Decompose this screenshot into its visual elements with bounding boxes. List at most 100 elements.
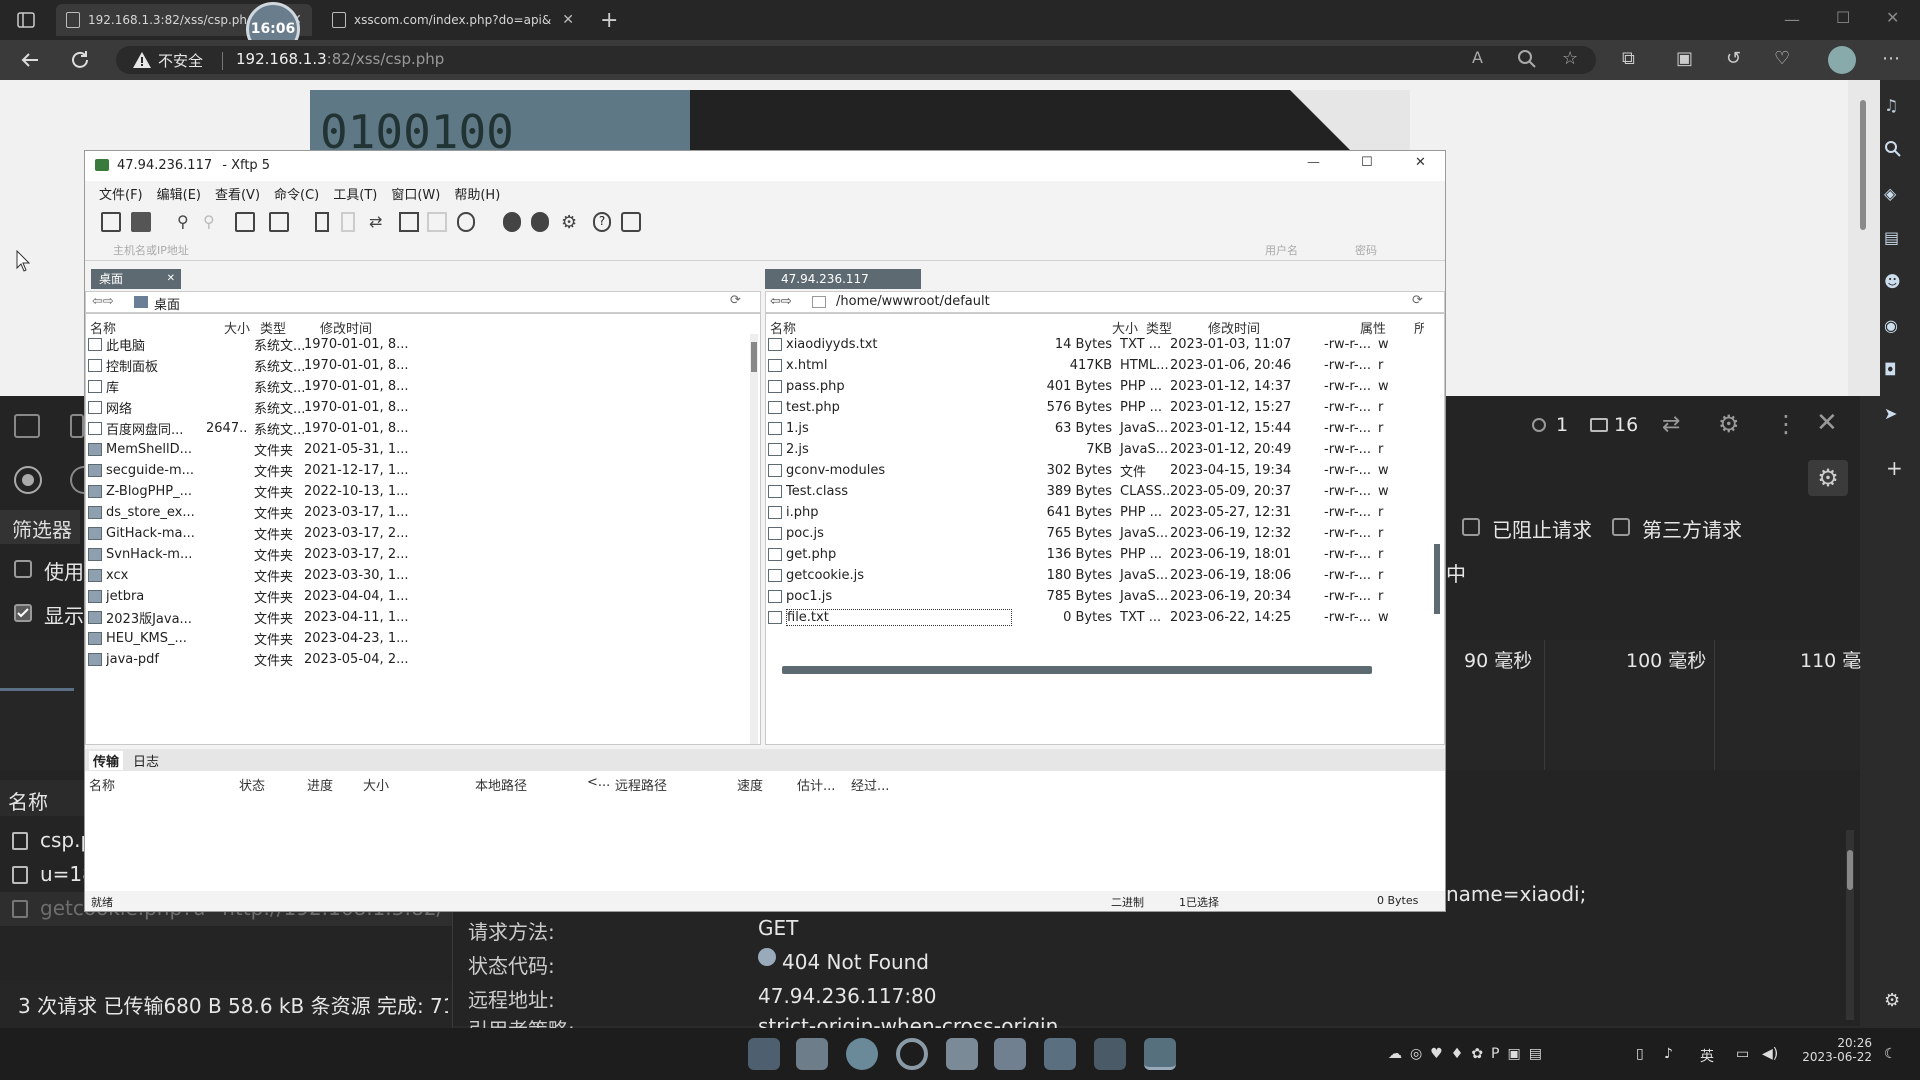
- sidebar-send-icon[interactable]: ➤: [1884, 404, 1897, 423]
- close-tab-icon[interactable]: ✕: [167, 269, 175, 289]
- scroll-thumb[interactable]: [1860, 100, 1866, 230]
- xftp-taskbar-icon[interactable]: [1144, 1038, 1176, 1070]
- file-row[interactable]: 此电脑 系统文... 1970-01-01, 8...: [88, 334, 748, 355]
- message-icon[interactable]: [1590, 418, 1608, 432]
- tab-actions-icon[interactable]: [16, 10, 36, 30]
- file-row[interactable]: 控制面板 系统文... 1970-01-01, 8...: [88, 355, 748, 376]
- devtools-settings-icon[interactable]: ⚙: [1718, 410, 1740, 438]
- host-field[interactable]: 主机名或IP地址: [113, 242, 189, 258]
- close-tab-icon[interactable]: ✕: [562, 12, 574, 28]
- scroll-thumb[interactable]: [751, 342, 757, 372]
- options-gear-icon[interactable]: ⚙: [561, 212, 581, 233]
- extensions-icon[interactable]: ⧉: [1622, 48, 1644, 70]
- file-row[interactable]: xiaodiyyds.txt 14 Bytes TXT ... 2023-01-03,…: [768, 334, 1428, 355]
- network-settings-icon[interactable]: ⚙: [1808, 460, 1848, 496]
- transfer-icon[interactable]: [269, 212, 289, 232]
- file-row[interactable]: gconv-modules 302 Bytes 文件 2023-04-15, 19:3…: [768, 460, 1428, 481]
- sidebar-office-icon[interactable]: ◉: [1884, 316, 1898, 335]
- file-row[interactable]: SvnHack-m... 文件夹 2023-03-17, 2...: [88, 544, 748, 565]
- back-icon[interactable]: [18, 48, 42, 72]
- vscode-icon[interactable]: [1044, 1038, 1076, 1070]
- use-checkbox[interactable]: [14, 560, 32, 578]
- menu-window[interactable]: 窗口(W): [391, 184, 440, 203]
- xftp-close-icon[interactable]: ✕: [1415, 155, 1426, 170]
- file-row[interactable]: 网络 系统文... 1970-01-01, 8...: [88, 397, 748, 418]
- menu-edit[interactable]: 编辑(E): [157, 184, 201, 203]
- edge-icon[interactable]: [846, 1038, 878, 1070]
- right-hscrollbar[interactable]: [782, 666, 1372, 674]
- menu-tools[interactable]: 工具(T): [333, 184, 377, 203]
- third-party-checkbox[interactable]: [1612, 518, 1630, 536]
- performance-icon[interactable]: ♡: [1774, 48, 1796, 70]
- device-toolbar-icon[interactable]: [70, 414, 84, 438]
- favorite-star-icon[interactable]: ☆: [1562, 48, 1584, 70]
- zoom-icon[interactable]: [1516, 48, 1538, 70]
- start-icon[interactable]: [748, 1038, 780, 1070]
- file-row[interactable]: 2.js 7KB JavaS... 2023-01-12, 20:49 -rw-r-..…: [768, 439, 1428, 460]
- file-row[interactable]: poc.js 765 Bytes JavaS... 2023-06-19, 12:32…: [768, 523, 1428, 544]
- show-checkbox[interactable]: [14, 604, 32, 622]
- file-row[interactable]: MemShellD... 文件夹 2021-05-31, 1...: [88, 439, 748, 460]
- connect-icon[interactable]: ⚲: [177, 212, 197, 232]
- minimize-window-icon[interactable]: —: [1784, 10, 1800, 29]
- disconnect-icon[interactable]: ⚲: [203, 212, 223, 232]
- new-tab-button[interactable]: +: [600, 8, 618, 33]
- photos-icon[interactable]: [994, 1038, 1026, 1070]
- collections-icon[interactable]: ▣: [1676, 48, 1698, 70]
- file-row[interactable]: java-pdf 文件夹 2023-05-04, 2...: [88, 649, 748, 670]
- sidebar-briefcase-icon[interactable]: ▤: [1884, 228, 1899, 247]
- nav-back-icon[interactable]: ⇦⇨: [92, 294, 114, 309]
- left-scrollbar[interactable]: [750, 334, 758, 744]
- tcol-status[interactable]: 状态: [239, 775, 265, 794]
- message-count[interactable]: 16: [1614, 414, 1638, 436]
- sidebar-add-icon[interactable]: +: [1886, 456, 1903, 480]
- tcol-speed[interactable]: 速度: [737, 775, 763, 794]
- file-row[interactable]: Z-BlogPHP_... 文件夹 2022-10-13, 1...: [88, 481, 748, 502]
- tcol-direction[interactable]: <...: [587, 775, 610, 790]
- refresh-icon[interactable]: ⟳: [1412, 293, 1423, 308]
- tcol-local[interactable]: 本地路径: [475, 775, 527, 794]
- password-field[interactable]: 密码: [1355, 242, 1377, 258]
- right-path[interactable]: /home/wwwroot/default: [836, 294, 990, 309]
- left-path[interactable]: 桌面: [154, 294, 180, 313]
- file-row[interactable]: 库 系统文... 1970-01-01, 8...: [88, 376, 748, 397]
- battery-icon[interactable]: ▯: [1636, 1046, 1644, 1062]
- devtools-close-icon[interactable]: ✕: [1816, 408, 1838, 438]
- file-row[interactable]: get.php 136 Bytes PHP ... 2023-06-19, 18:01…: [768, 544, 1428, 565]
- maximize-window-icon[interactable]: ☐: [1836, 8, 1850, 27]
- tcol-remote[interactable]: 远程路径: [615, 775, 667, 794]
- scroll-thumb[interactable]: [1847, 850, 1853, 890]
- file-explorer-icon[interactable]: [796, 1038, 828, 1070]
- new-session-icon[interactable]: [101, 212, 121, 232]
- script-icon[interactable]: [531, 212, 549, 232]
- file-row[interactable]: jetbra 文件夹 2023-04-04, 1...: [88, 586, 748, 607]
- document-icon[interactable]: [315, 212, 329, 232]
- help-icon[interactable]: ?: [593, 212, 611, 232]
- store-icon[interactable]: [946, 1038, 978, 1070]
- open-folder-icon[interactable]: [131, 212, 151, 232]
- xshell-taskbar-icon[interactable]: [1094, 1038, 1126, 1070]
- menu-help[interactable]: 帮助(H): [454, 184, 500, 203]
- file-row[interactable]: x.html 417KB HTML... 2023-01-06, 20:46 -rw-r…: [768, 355, 1428, 376]
- history-icon[interactable]: ↺: [1726, 48, 1748, 70]
- tcol-name[interactable]: 名称: [89, 775, 115, 794]
- sidebar-search-icon[interactable]: [1884, 140, 1902, 158]
- xftp-minimize-icon[interactable]: —: [1307, 155, 1320, 170]
- left-tab-desktop[interactable]: 桌面 ✕: [91, 269, 181, 289]
- chrome-icon[interactable]: [896, 1038, 928, 1070]
- refresh-icon[interactable]: ⟳: [730, 293, 741, 308]
- url-text[interactable]: 192.168.1.3:82/xss/csp.php: [236, 50, 444, 68]
- user-field[interactable]: 用户名: [1265, 242, 1298, 258]
- tab-log[interactable]: 日志: [133, 751, 159, 770]
- tcol-eta[interactable]: 估计...: [797, 775, 835, 794]
- page-scrollbar[interactable]: [1848, 80, 1880, 396]
- file-row[interactable]: 百度网盘同... 2647... 系统文... 1970-01-01, 8...: [88, 418, 748, 439]
- new-window-icon[interactable]: [235, 212, 255, 232]
- tab-transfers[interactable]: 传输: [89, 750, 124, 770]
- sidebar-settings-icon[interactable]: ⚙: [1884, 990, 1900, 1011]
- right-tab-session[interactable]: 47.94.236.117: [765, 269, 921, 289]
- sync-icon[interactable]: ⇄: [369, 212, 389, 232]
- insecure-label[interactable]: 不安全: [158, 50, 203, 71]
- file-row[interactable]: file.txt 0 Bytes TXT ... 2023-06-22, 14:25 -…: [768, 607, 1428, 628]
- blocked-requests-checkbox[interactable]: [1462, 518, 1480, 536]
